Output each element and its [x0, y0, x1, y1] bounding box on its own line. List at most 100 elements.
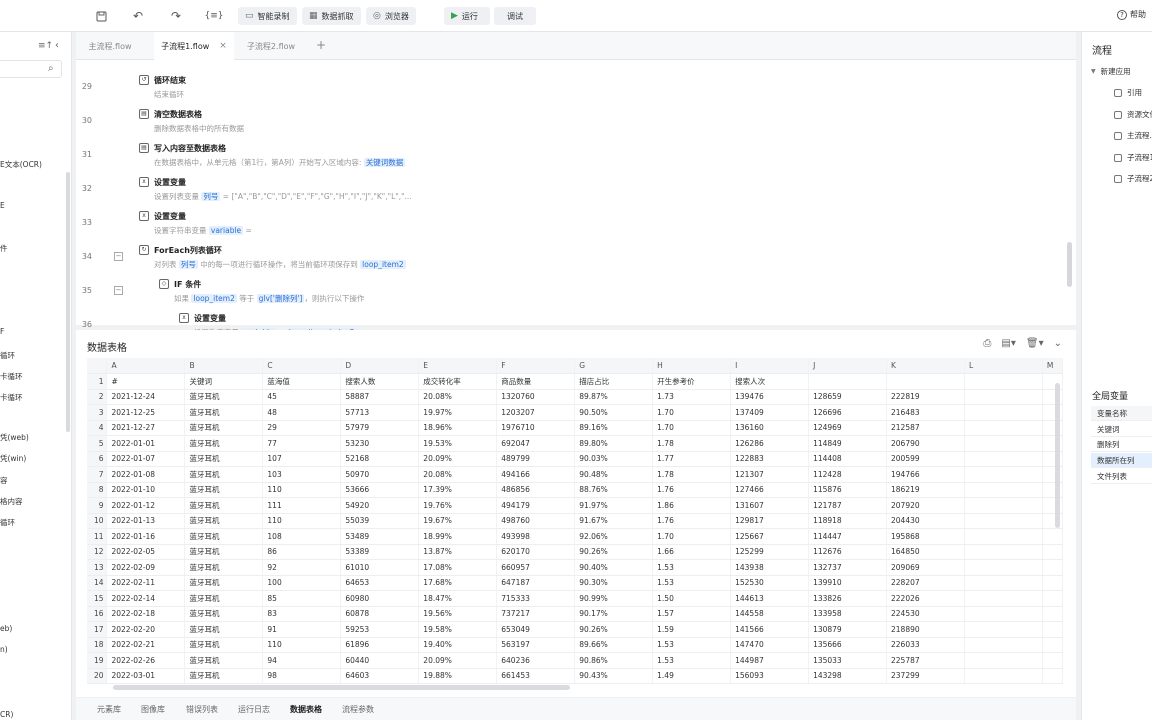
table-cell[interactable]: 2022-02-14 — [106, 590, 186, 607]
export-file-icon[interactable]: ▤▾ — [1001, 338, 1015, 349]
tab-error-list[interactable]: 错误列表 — [186, 704, 218, 715]
table-cell[interactable]: 212587 — [886, 420, 965, 436]
table-cell[interactable]: 19.53% — [418, 435, 498, 452]
table-cell[interactable] — [964, 420, 1043, 436]
table-cell[interactable]: 53666 — [340, 482, 420, 498]
grid-horizontal-scrollbar[interactable] — [113, 685, 570, 690]
table-cell[interactable]: 209069 — [886, 559, 965, 576]
table-cell[interactable]: 1.49 — [652, 668, 732, 684]
table-cell[interactable] — [964, 497, 1043, 514]
table-cell[interactable]: 692047 — [496, 435, 576, 452]
table-cell[interactable]: 2022-02-26 — [106, 652, 186, 669]
row-number[interactable]: 10 — [87, 513, 108, 529]
table-cell[interactable]: 1.50 — [652, 590, 732, 607]
component-item[interactable]: 容 — [0, 475, 8, 486]
tree-item-reference[interactable]: 引用 — [1114, 87, 1142, 98]
table-cell[interactable]: 1.78 — [652, 466, 732, 483]
row-number[interactable]: 2 — [87, 389, 108, 405]
table-cell[interactable] — [964, 606, 1043, 622]
table-cell[interactable]: 1.53 — [652, 637, 732, 653]
row-number[interactable]: 20 — [87, 668, 108, 684]
column-header[interactable]: K — [886, 358, 965, 374]
table-cell[interactable]: 228207 — [886, 575, 965, 591]
table-cell[interactable]: 19.76% — [418, 497, 498, 514]
table-cell[interactable]: 2022-01-07 — [106, 451, 186, 467]
table-cell[interactable]: 1.70 — [652, 420, 732, 436]
table-cell[interactable]: 494179 — [496, 497, 576, 514]
table-cell[interactable]: 237299 — [886, 668, 965, 684]
component-item[interactable]: n) — [0, 645, 8, 654]
table-cell[interactable] — [1042, 528, 1063, 545]
table-cell[interactable]: 144558 — [730, 606, 810, 622]
table-cell[interactable] — [1042, 575, 1063, 591]
table-cell[interactable] — [964, 389, 1043, 405]
table-cell[interactable]: 2022-01-08 — [106, 466, 186, 483]
search-icon[interactable]: ⌕ — [48, 63, 54, 74]
table-cell[interactable]: 2021-12-25 — [106, 404, 186, 421]
add-tab-icon[interactable]: + — [316, 38, 326, 52]
table-cell[interactable]: 48 — [262, 404, 342, 421]
table-cell[interactable]: 2022-02-05 — [106, 544, 186, 560]
table-cell[interactable]: 112428 — [808, 466, 888, 483]
table-cell[interactable]: 132737 — [808, 559, 888, 576]
table-cell[interactable]: 54920 — [340, 497, 420, 514]
column-header[interactable]: E — [418, 358, 498, 374]
table-cell[interactable]: 206790 — [886, 435, 965, 452]
table-cell[interactable]: 1.53 — [652, 575, 732, 591]
tab-data-table[interactable]: 数据表格 — [290, 704, 322, 715]
table-cell[interactable]: 64603 — [340, 668, 420, 684]
table-cell[interactable]: 114447 — [808, 528, 888, 545]
table-cell[interactable]: 90.03% — [574, 451, 654, 467]
table-cell[interactable]: 18.96% — [418, 420, 498, 436]
component-item[interactable]: 格内容 — [0, 496, 23, 507]
table-cell[interactable] — [964, 544, 1043, 560]
var-row[interactable]: 关键词 — [1091, 422, 1152, 437]
table-cell[interactable]: 94 — [262, 652, 342, 669]
table-cell[interactable]: 144987 — [730, 652, 810, 669]
table-cell[interactable]: 2022-01-16 — [106, 528, 186, 545]
component-item[interactable]: 件 — [0, 243, 8, 254]
component-item[interactable]: 卡循环 — [0, 371, 23, 382]
run-button[interactable]: ▶ 运行 — [444, 7, 490, 25]
table-cell[interactable]: 660957 — [496, 559, 576, 576]
tree-item-subflow-1[interactable]: 子流程1.flow — [1114, 152, 1152, 163]
table-cell[interactable]: 715333 — [496, 590, 576, 607]
table-cell[interactable] — [1042, 637, 1063, 653]
code-braces-icon[interactable]: {≡} — [203, 6, 225, 26]
table-cell[interactable]: 蓝牙耳机 — [184, 420, 264, 436]
tab-subflow-2[interactable]: 子流程2.flow — [236, 32, 306, 60]
component-item[interactable]: E — [0, 201, 5, 210]
table-cell[interactable] — [964, 528, 1043, 545]
table-cell[interactable]: 2022-02-09 — [106, 559, 186, 576]
table-cell[interactable]: 89.87% — [574, 389, 654, 405]
component-item[interactable]: 凭(win) — [0, 453, 26, 464]
smart-record-button[interactable]: ▭ 智能录制 — [238, 7, 297, 25]
table-cell[interactable]: 103 — [262, 466, 342, 483]
table-cell[interactable]: 139476 — [730, 389, 810, 405]
table-cell[interactable]: 1.53 — [652, 559, 732, 576]
table-cell[interactable]: 19.67% — [418, 513, 498, 529]
table-cell[interactable]: 描店占比 — [574, 373, 654, 390]
tab-flow-params[interactable]: 流程参数 — [342, 704, 374, 715]
data-scrape-button[interactable]: ▦ 数据抓取 — [302, 7, 361, 25]
table-cell[interactable]: 2021-12-27 — [106, 420, 186, 436]
table-cell[interactable]: 13.87% — [418, 544, 498, 560]
table-cell[interactable]: 90.50% — [574, 404, 654, 421]
table-cell[interactable]: 121787 — [808, 497, 888, 514]
table-cell[interactable]: 131607 — [730, 497, 810, 514]
tree-app-node[interactable]: ▼ 新建应用 — [1091, 66, 1131, 77]
component-item[interactable]: 循环 — [0, 350, 15, 361]
table-cell[interactable]: 19.97% — [418, 404, 498, 421]
table-cell[interactable]: 1.70 — [652, 404, 732, 421]
table-cell[interactable]: 59253 — [340, 621, 420, 638]
table-cell[interactable]: 蓝牙耳机 — [184, 528, 264, 545]
table-cell[interactable]: 57979 — [340, 420, 420, 436]
table-cell[interactable]: 100 — [262, 575, 342, 591]
component-item[interactable]: 凭(web) — [0, 432, 29, 443]
table-cell[interactable]: 125299 — [730, 544, 810, 560]
table-cell[interactable]: 225787 — [886, 652, 965, 669]
component-item[interactable]: 卡循环 — [0, 392, 23, 403]
component-item[interactable]: 循环 — [0, 517, 15, 528]
row-number[interactable]: 12 — [87, 544, 108, 560]
row-number[interactable]: 5 — [87, 435, 108, 452]
